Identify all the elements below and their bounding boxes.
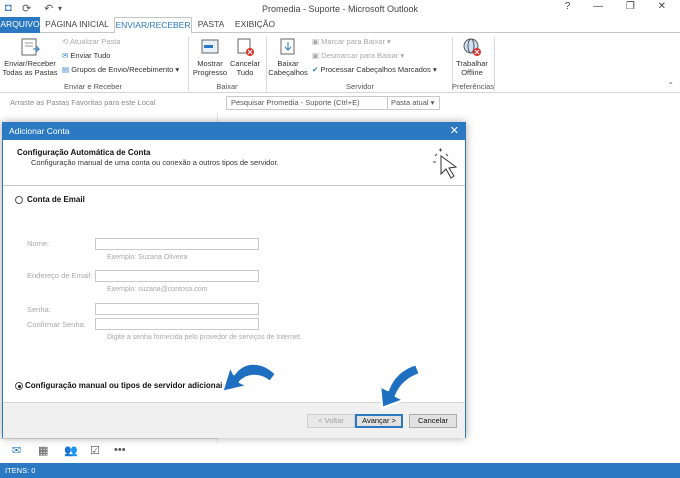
items-count: ITENS: 0 bbox=[5, 466, 36, 475]
progress-icon bbox=[201, 39, 219, 54]
back-button[interactable]: < Voltar bbox=[307, 414, 355, 428]
name-field[interactable] bbox=[95, 238, 259, 250]
collapse-ribbon-icon[interactable]: ⌃ bbox=[667, 81, 674, 90]
annotation-arrow-icon bbox=[220, 362, 278, 394]
manual-config-radio[interactable] bbox=[15, 382, 23, 390]
email-account-radio[interactable] bbox=[15, 196, 23, 204]
update-folder-label: Atualizar Pasta bbox=[69, 37, 121, 46]
status-bar: ITENS: 0 bbox=[0, 463, 680, 478]
download-headers-icon bbox=[280, 38, 295, 55]
tab-arquivo[interactable]: ARQUIVO bbox=[0, 17, 40, 33]
tab-pasta[interactable]: PASTA bbox=[196, 17, 226, 33]
more-icon[interactable]: ••• bbox=[114, 444, 126, 456]
show-progress-button[interactable]: Mostrar Progresso bbox=[192, 37, 228, 77]
email-field[interactable] bbox=[95, 270, 259, 282]
search-scope-select[interactable]: Pasta atual ▾ bbox=[387, 96, 441, 110]
dialog-header: Configuração Automática de Conta Configu… bbox=[3, 140, 465, 186]
window-controls[interactable]: ? — ❐ ✕ bbox=[565, 1, 676, 12]
favorites-hint: Arraste as Pastas Favoritas para este Lo… bbox=[10, 98, 156, 107]
send-all-button[interactable]: ✉ Enviar Tudo bbox=[62, 51, 110, 61]
password-hint: Digite a senha fornecida pelo provedor d… bbox=[107, 334, 302, 341]
people-icon[interactable]: 👥 bbox=[64, 444, 78, 457]
send-receive-all-label: Enviar/Receber Todas as Pastas bbox=[2, 59, 58, 77]
mark-download-button[interactable]: ▣ Marcar para Baixar ▾ bbox=[312, 37, 391, 47]
name-hint: Exemplo: Suzana Oliveira bbox=[107, 254, 188, 261]
email-hint: Exemplo: suzana@contoso.com bbox=[107, 286, 208, 293]
dialog-title: Adicionar Conta bbox=[9, 126, 70, 136]
send-all-icon: ✉ bbox=[62, 51, 69, 60]
unmark-download-button[interactable]: ▣ Desmarcar para Baixar ▾ bbox=[312, 51, 404, 61]
search-scope-label: Pasta atual bbox=[391, 98, 429, 107]
send-all-label: Enviar Tudo bbox=[70, 51, 111, 60]
update-folder-button[interactable]: ⟲ Atualizar Pasta bbox=[62, 37, 120, 47]
group-label-servidor: Servidor bbox=[346, 82, 374, 91]
work-offline-label: Trabalhar Offline bbox=[456, 59, 488, 77]
globe-offline-icon bbox=[463, 38, 481, 56]
send-receive-icon bbox=[21, 38, 41, 56]
tab-exibicao[interactable]: EXIBIÇÃO bbox=[232, 17, 278, 33]
mail-icon[interactable]: ✉ bbox=[12, 444, 21, 457]
tab-pagina-inicial[interactable]: PÁGINA INICIAL bbox=[44, 17, 110, 33]
send-receive-groups-button[interactable]: ▤ Grupos de Envio/Recebimento ▾ bbox=[62, 65, 179, 75]
download-headers-button[interactable]: Baixar Cabeçalhos bbox=[268, 37, 308, 77]
work-offline-button[interactable]: Trabalhar Offline bbox=[454, 37, 490, 77]
dialog-heading: Configuração Automática de Conta bbox=[17, 148, 151, 157]
groups-icon: ▤ bbox=[62, 65, 70, 74]
dialog-subheading: Configuração manual de uma conta ou cone… bbox=[31, 158, 279, 167]
search-input[interactable]: Pesquisar Promedia - Suporte (Ctrl+E) bbox=[231, 98, 360, 107]
download-headers-label: Baixar Cabeçalhos bbox=[268, 59, 308, 77]
show-progress-label: Mostrar Progresso bbox=[192, 59, 228, 77]
manual-config-label: Configuração manual ou tipos de servidor… bbox=[25, 381, 227, 390]
cancel-all-icon bbox=[237, 38, 254, 56]
unmark-download-label: Desmarcar para Baixar bbox=[321, 51, 399, 60]
password-field[interactable] bbox=[95, 303, 259, 315]
send-receive-groups-label: Grupos de Envio/Recebimento bbox=[71, 65, 174, 74]
navigation-bar: ✉ ▦ 👥 ☑ ••• bbox=[0, 438, 217, 463]
annotation-arrow-icon bbox=[378, 362, 422, 410]
dialog-title-bar: Adicionar Conta ✕ bbox=[3, 123, 465, 140]
next-button[interactable]: Avançar > bbox=[355, 414, 403, 428]
ribbon-separator bbox=[188, 37, 189, 91]
confirm-password-field[interactable] bbox=[95, 318, 259, 330]
mark-download-label: Marcar para Baixar bbox=[321, 37, 385, 46]
close-icon[interactable]: ✕ bbox=[450, 123, 459, 140]
magic-wand-icon bbox=[433, 148, 458, 179]
name-label: Nome: bbox=[27, 239, 50, 248]
process-headers-button[interactable]: ✔ Processar Cabeçalhos Marcados ▾ bbox=[312, 65, 437, 75]
cancel-all-button[interactable]: Cancelar Tudo bbox=[228, 37, 262, 77]
ribbon-separator bbox=[494, 37, 495, 91]
search-box[interactable]: Pesquisar Promedia - Suporte (Ctrl+E) Pa… bbox=[226, 96, 440, 110]
tasks-icon[interactable]: ☑ bbox=[90, 444, 100, 457]
email-account-label: Conta de Email bbox=[27, 195, 85, 204]
group-label-preferencias: Preferências bbox=[452, 82, 495, 91]
ribbon-tab-bar: ARQUIVO PÁGINA INICIAL ENVIAR/RECEBER PA… bbox=[0, 17, 680, 34]
password-label: Senha: bbox=[27, 305, 51, 314]
title-bar: ◘ ⟳ ↶ ▾ Promedia - Suporte - Microsoft O… bbox=[0, 0, 680, 18]
cancel-button[interactable]: Cancelar bbox=[409, 414, 457, 428]
confirm-password-label: Confirmar Senha: bbox=[27, 320, 86, 329]
ribbon: Enviar/Receber Todas as Pastas ⟲ Atualiz… bbox=[0, 33, 680, 93]
tab-enviar-receber[interactable]: ENVIAR/RECEBER bbox=[114, 17, 192, 34]
group-label-baixar: Baixar bbox=[216, 82, 238, 91]
ribbon-separator bbox=[266, 37, 267, 91]
process-headers-label: Processar Cabeçalhos Marcados bbox=[320, 65, 431, 74]
calendar-icon[interactable]: ▦ bbox=[38, 444, 48, 457]
group-label-send-receive: Enviar e Receber bbox=[64, 82, 122, 91]
email-label: Endereço de Email: bbox=[27, 271, 93, 280]
cancel-all-label: Cancelar Tudo bbox=[229, 59, 260, 77]
process-headers-icon: ✔ bbox=[312, 65, 319, 74]
send-receive-all-button[interactable]: Enviar/Receber Todas as Pastas bbox=[2, 37, 58, 77]
